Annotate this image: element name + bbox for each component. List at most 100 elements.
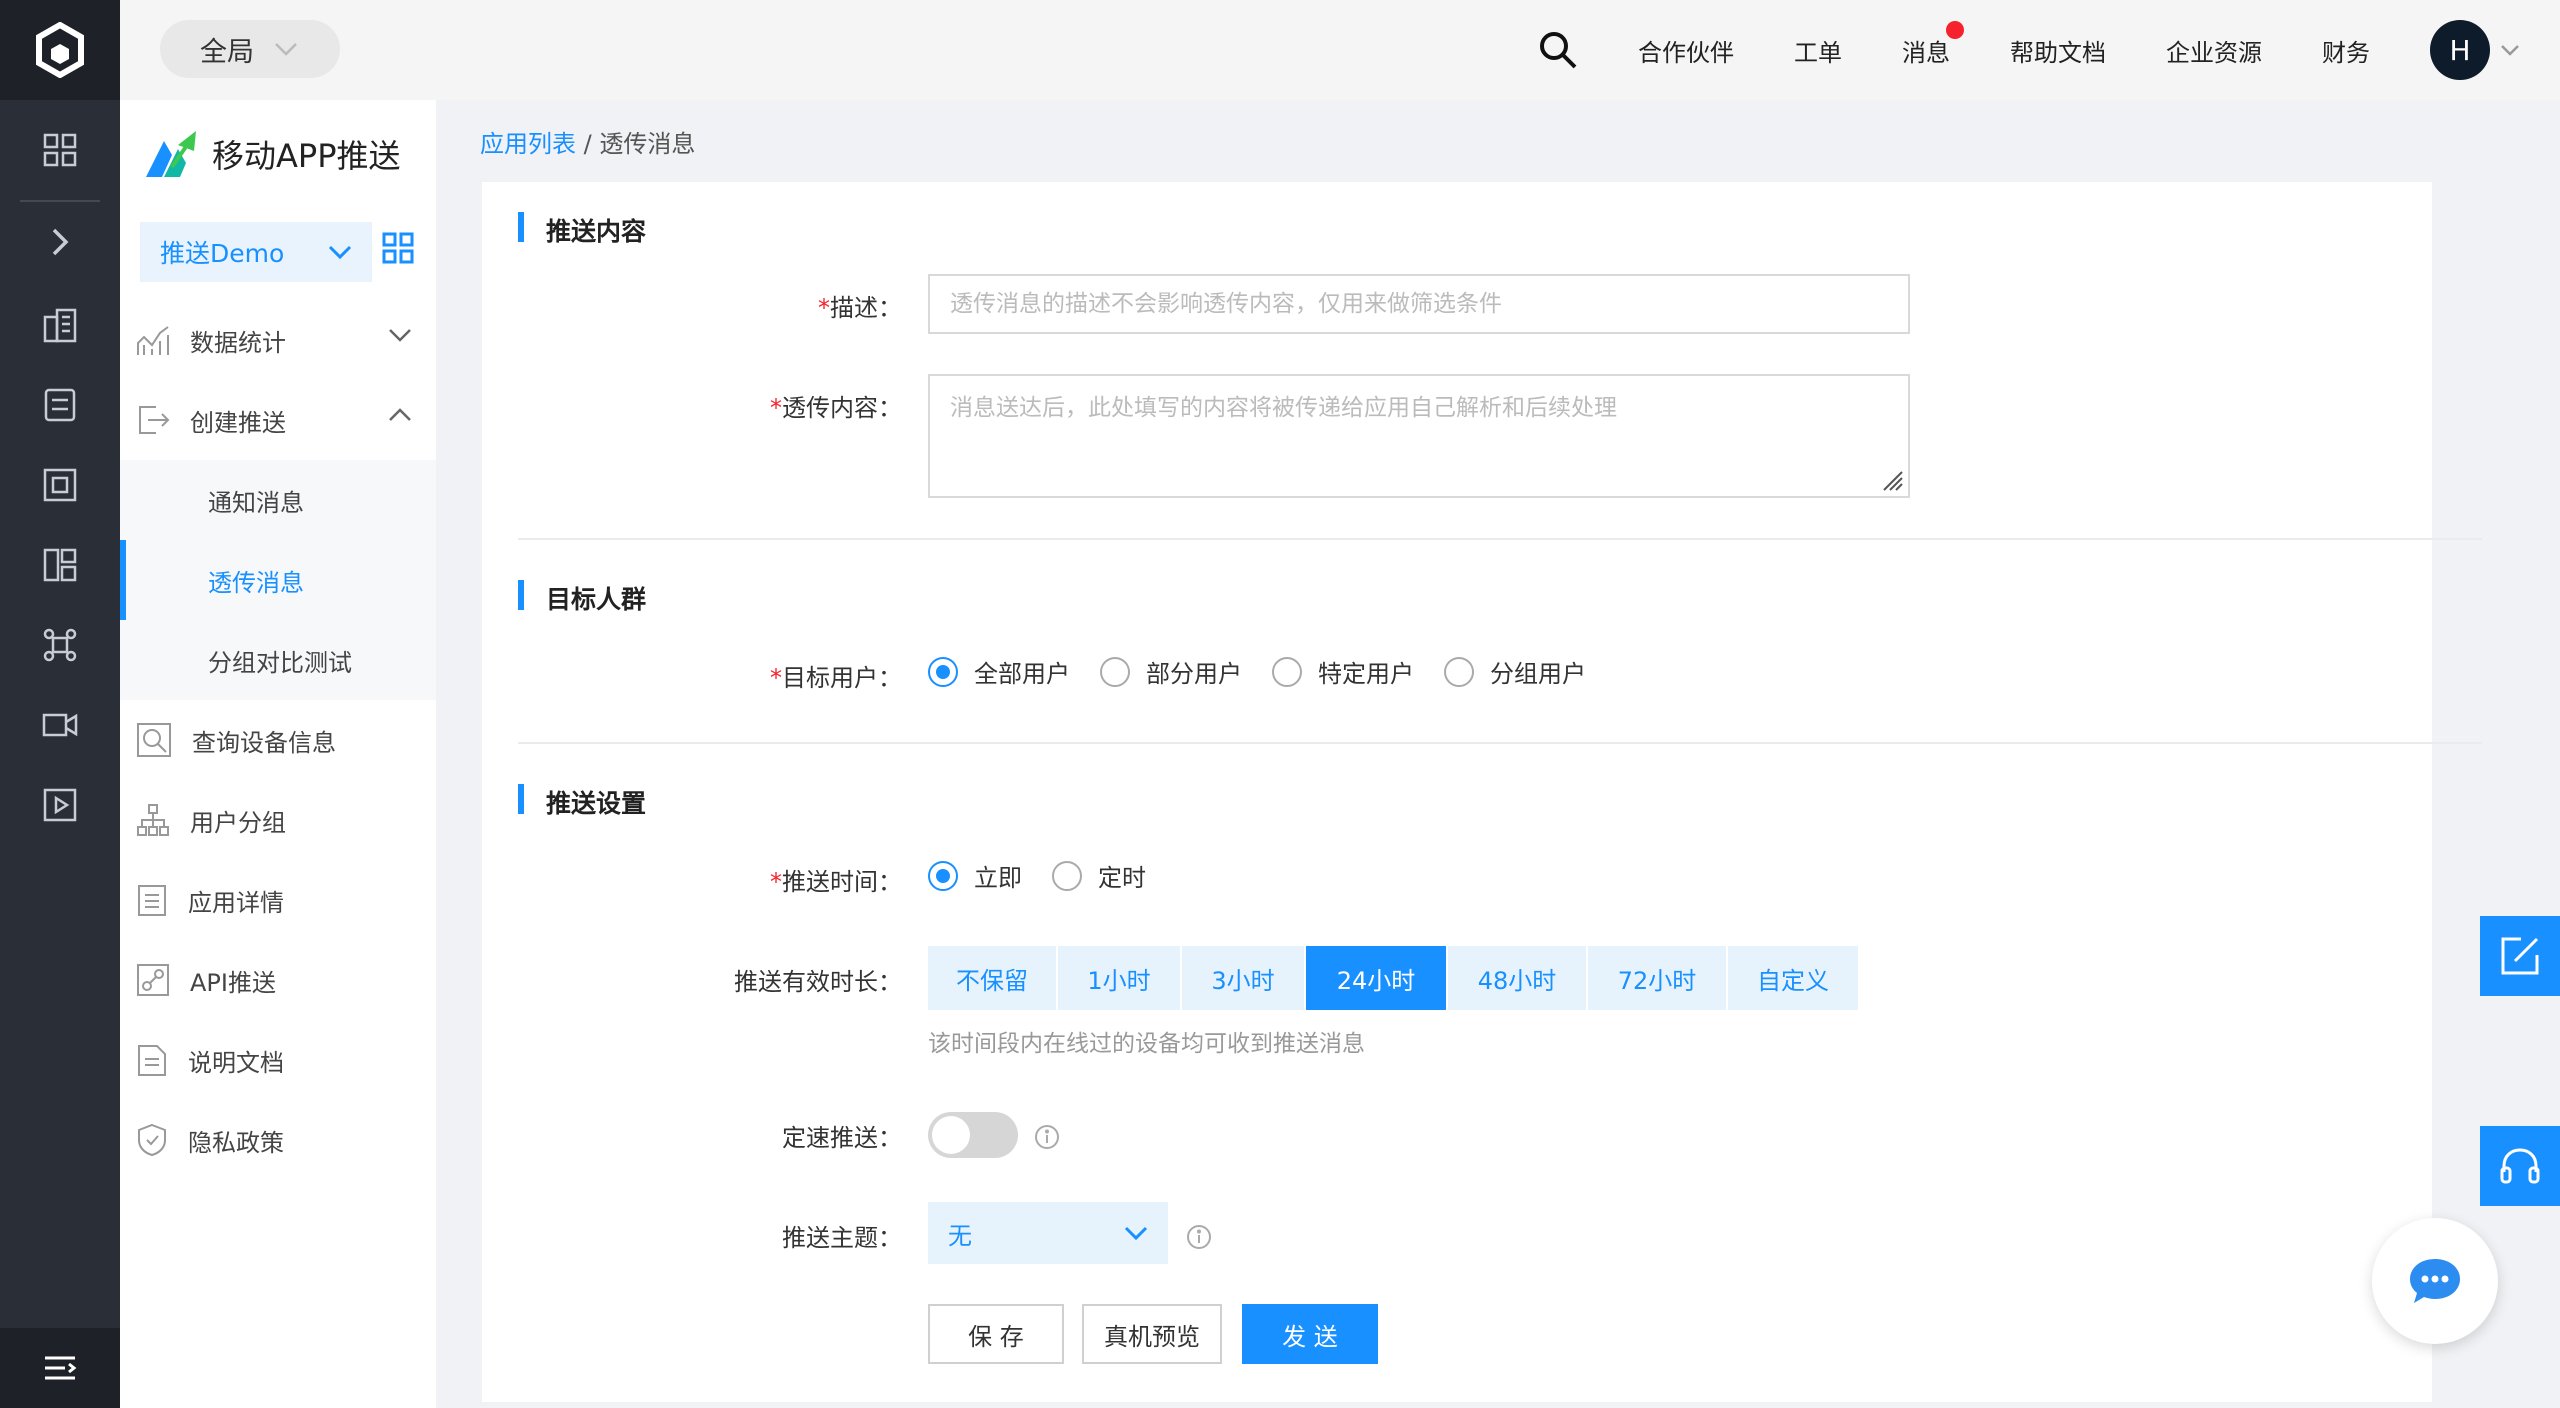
support-headset-button[interactable] [2480, 1126, 2560, 1206]
ttl-option-none[interactable]: 不保留 [928, 946, 1058, 1010]
search-device-icon [137, 723, 171, 757]
chip-icon[interactable] [0, 445, 120, 525]
ttl-option-1h[interactable]: 1小时 [1058, 946, 1182, 1010]
push-time-radio-group: 立即 定时 [928, 858, 1176, 893]
section-title-settings: 推送设置 [518, 784, 646, 820]
desc-placeholder: 透传消息的描述不会影响透传内容，仅用来做筛选条件 [950, 291, 1502, 317]
top-bar: 全局 合作伙伴 工单 消息 帮助文档 企业资源 财务 H [120, 0, 2560, 100]
menu-item-device-query[interactable]: 查询设备信息 [120, 700, 436, 780]
create-push-submenu: 通知消息 透传消息 分组对比测试 [120, 460, 436, 700]
nav-messages[interactable]: 消息 [1902, 20, 1964, 68]
push-time-label: *推送时间： [770, 868, 902, 896]
feedback-edit-button[interactable] [2480, 916, 2560, 996]
global-nav-rail [0, 0, 120, 1408]
ttl-option-custom[interactable]: 自定义 [1728, 946, 1860, 1010]
push-brand-logo-icon [146, 131, 196, 177]
chevron-down-icon [1124, 1226, 1148, 1240]
chart-icon [137, 326, 169, 355]
command-icon[interactable] [0, 605, 120, 685]
menu-label: API推送 [190, 968, 276, 997]
chat-bubble-icon [2410, 1259, 2460, 1303]
radio-circle [1272, 656, 1302, 687]
nav-finance[interactable]: 财务 [2322, 33, 2370, 68]
nav-enterprise-resources[interactable]: 企业资源 [2166, 33, 2262, 68]
unread-badge [1946, 20, 1964, 39]
radio-group-users[interactable]: 分组用户 [1444, 654, 1586, 689]
topic-select-value: 无 [948, 1221, 972, 1250]
nav-partners[interactable]: 合作伙伴 [1638, 33, 1734, 68]
radio-label: 分组用户 [1490, 660, 1586, 688]
nav-help-docs[interactable]: 帮助文档 [2010, 33, 2106, 68]
radio-some-users[interactable]: 部分用户 [1100, 654, 1242, 689]
region-scope-select[interactable]: 全局 [160, 20, 340, 78]
menu-item-api-push[interactable]: API推送 [120, 940, 436, 1020]
menu-item-data-stats[interactable]: 数据统计 [120, 300, 436, 380]
breadcrumb-separator: / [576, 130, 600, 158]
app-select[interactable]: 推送Demo [140, 222, 372, 282]
radio-immediate[interactable]: 立即 [928, 858, 1022, 893]
rate-limit-toggle[interactable] [928, 1112, 1018, 1158]
app-grid-icon[interactable] [382, 232, 414, 270]
submenu-passthrough[interactable]: 透传消息 [120, 540, 436, 620]
user-menu[interactable]: H [2430, 20, 2520, 80]
radio-all-users[interactable]: 全部用户 [928, 654, 1070, 689]
chat-assistant-button[interactable] [2372, 1218, 2498, 1344]
body-label: *透传内容： [770, 394, 902, 422]
play-box-icon[interactable] [0, 765, 120, 845]
send-button[interactable]: 发 送 [1242, 1304, 1378, 1364]
desc-input[interactable]: 透传消息的描述不会影响透传内容，仅用来做筛选条件 [928, 274, 1910, 334]
chevron-down-icon [328, 245, 352, 259]
radio-circle [1444, 656, 1474, 687]
menu-label: 说明文档 [188, 1048, 284, 1077]
menu-item-create-push[interactable]: 创建推送 [120, 380, 436, 460]
radio-label: 定时 [1098, 864, 1146, 892]
breadcrumb-app-list[interactable]: 应用列表 [480, 130, 576, 158]
collapse-menu-icon[interactable] [0, 1328, 120, 1408]
breadcrumb: 应用列表 / 透传消息 [480, 124, 695, 159]
topic-select[interactable]: 无 [928, 1202, 1168, 1264]
device-preview-button[interactable]: 真机预览 [1082, 1304, 1222, 1364]
search-icon[interactable] [1538, 30, 1578, 70]
building-icon[interactable] [0, 285, 120, 365]
edit-icon [2501, 937, 2539, 975]
submenu-ab-test[interactable]: 分组对比测试 [120, 620, 436, 700]
chevron-up-icon [389, 408, 411, 421]
info-icon[interactable] [1186, 1224, 1212, 1250]
radio-scheduled[interactable]: 定时 [1052, 858, 1146, 893]
ttl-option-72h[interactable]: 72小时 [1588, 946, 1728, 1010]
expand-chevron-icon[interactable] [0, 202, 120, 282]
products-grid-icon[interactable] [0, 110, 120, 190]
menu-label: 隐私政策 [188, 1128, 284, 1157]
ttl-label: 推送有效时长： [734, 968, 902, 996]
menu-item-docs[interactable]: 说明文档 [120, 1020, 436, 1100]
menu-label: 查询设备信息 [192, 728, 336, 757]
submenu-notification[interactable]: 通知消息 [120, 460, 436, 540]
body-textarea[interactable]: 消息送达后，此处填写的内容将被传递给应用自己解析和后续处理 [928, 374, 1910, 498]
menu-item-privacy[interactable]: 隐私政策 [120, 1100, 436, 1180]
topic-label: 推送主题： [782, 1224, 902, 1252]
ttl-option-48h[interactable]: 48小时 [1448, 946, 1588, 1010]
ttl-option-3h[interactable]: 3小时 [1182, 946, 1306, 1010]
product-sidebar: 移动APP推送 推送Demo 数据统计 创建推送 通知消息 透传消息 分组对比测… [120, 100, 436, 1408]
radio-specific-users[interactable]: 特定用户 [1272, 654, 1414, 689]
menu-label: 数据统计 [190, 328, 286, 357]
video-camera-icon[interactable] [0, 685, 120, 765]
nav-tickets[interactable]: 工单 [1794, 33, 1842, 68]
resize-handle-icon[interactable] [1880, 468, 1904, 492]
ttl-option-24h[interactable]: 24小时 [1306, 946, 1448, 1010]
chevron-down-icon [275, 43, 297, 56]
dashboard-icon[interactable] [0, 525, 120, 605]
api-link-icon [137, 964, 169, 996]
ttl-hint: 该时间段内在线过的设备均可收到推送消息 [928, 1031, 1365, 1057]
menu-label: 用户分组 [190, 808, 286, 837]
database-icon[interactable] [0, 365, 120, 445]
rate-limit-label: 定速推送： [782, 1124, 902, 1152]
info-icon[interactable] [1034, 1124, 1060, 1150]
brand-title: 移动APP推送 [212, 137, 401, 175]
cloud-logo[interactable] [0, 0, 120, 100]
save-button[interactable]: 保 存 [928, 1304, 1064, 1364]
radio-circle-checked [928, 860, 958, 891]
menu-item-app-details[interactable]: 应用详情 [120, 860, 436, 940]
menu-item-user-groups[interactable]: 用户分组 [120, 780, 436, 860]
nav-messages-label: 消息 [1902, 38, 1950, 67]
